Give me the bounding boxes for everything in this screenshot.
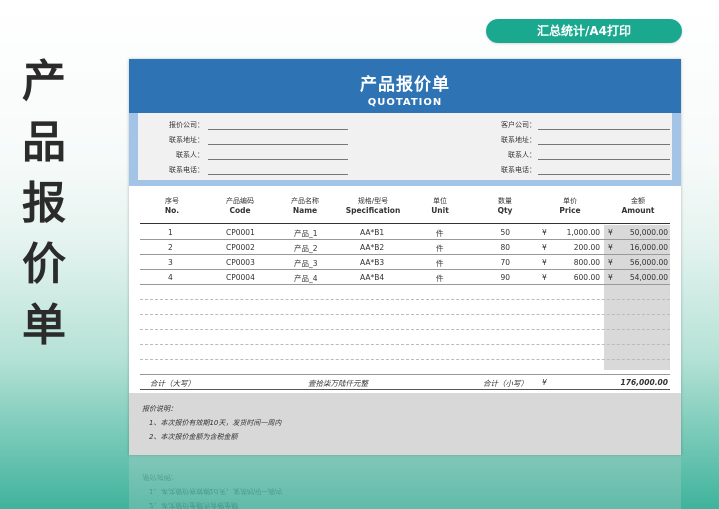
empty-row[interactable] [140, 360, 670, 375]
table-row[interactable]: 4 CP0004 产品_4 AA*B4 件 90 ¥ 600.00 ¥ 54,0… [140, 270, 670, 285]
empty-row[interactable] [140, 345, 670, 360]
side-title: 产 品 报 价 单 [14, 60, 74, 365]
info-block: 报价公司： 联系地址： 联系人： 联系电话： 客户公司： 联系地址： 联系人： … [129, 113, 681, 186]
col-header: 单位 Unit [431, 197, 449, 215]
table-row[interactable]: 1 CP0001 产品_1 AA*B1 件 50 ¥ 1,000.00 ¥ 50… [140, 225, 670, 240]
company-field[interactable] [208, 117, 348, 131]
empty-row[interactable] [140, 300, 670, 315]
info-label-left: 联系地址： [169, 136, 204, 144]
side-title-char: 价 [22, 239, 66, 290]
info-label-right: 联系人： [508, 151, 536, 159]
side-title-char: 品 [22, 117, 66, 168]
empty-row[interactable] [140, 285, 670, 300]
note-item: 2、本次报价金额为含税金额 [149, 433, 238, 441]
header-divider [140, 223, 670, 224]
sheet-header: 产品报价单 QUOTATION [129, 59, 681, 113]
sheet-reflection: 2、本次报价金额为含税金额 1、本次报价有效期10天，发货时间一周内 报价说明： [129, 455, 681, 509]
sheet-subtitle: QUOTATION [367, 97, 443, 108]
col-header: 序号 No. [164, 197, 180, 215]
notes-section: 报价说明： 1、本次报价有效期10天，发货时间一周内 2、本次报价金额为含税金额 [129, 393, 681, 455]
total-lower-label: 合计（小写） [483, 379, 528, 388]
address-field[interactable] [208, 132, 348, 146]
col-header: 产品名称 Name [291, 197, 319, 215]
quotation-sheet: 产品报价单 QUOTATION 报价公司： 联系地址： 联系人： 联系电话： 客… [129, 59, 681, 455]
reflected-note: 1、本次报价有效期10天，发货时间一周内 [149, 487, 282, 495]
sheet-title: 产品报价单 [360, 75, 450, 95]
total-upper-value: 壹拾柒万陆仟元整 [308, 379, 368, 388]
side-title-char: 单 [22, 300, 66, 351]
reflected-notes-title: 报价说明： [142, 473, 177, 481]
info-label-right: 联系电话： [501, 166, 536, 174]
total-upper-label: 合计（大写） [150, 379, 195, 388]
table-row[interactable]: 3 CP0003 产品_3 AA*B3 件 70 ¥ 800.00 ¥ 56,0… [140, 255, 670, 270]
note-item: 1、本次报价有效期10天，发货时间一周内 [149, 419, 282, 427]
customer-address-field[interactable] [538, 132, 670, 146]
info-label-right: 联系地址： [501, 136, 536, 144]
empty-row[interactable] [140, 315, 670, 330]
customer-company-field[interactable] [538, 117, 670, 131]
side-title-char: 产 [22, 56, 66, 107]
total-row: 合计（大写） 壹拾柒万陆仟元整 合计（小写） ¥ 176,000.00 [140, 375, 670, 390]
contact-field[interactable] [208, 147, 348, 161]
col-header: 金额 Amount [621, 197, 655, 215]
empty-row[interactable] [140, 330, 670, 345]
notes-title: 报价说明： [142, 405, 177, 413]
summary-print-button[interactable]: 汇总统计/A4打印 [486, 19, 682, 43]
col-header: 规格/型号 Specification [345, 197, 401, 215]
reflected-note: 2、本次报价金额为含税金额 [149, 501, 238, 509]
phone-field[interactable] [208, 162, 348, 176]
info-label-right: 客户公司： [501, 121, 536, 129]
side-title-char: 报 [22, 178, 66, 229]
info-label-left: 联系人： [176, 151, 204, 159]
info-label-left: 联系电话： [169, 166, 204, 174]
total-lower-value: 176,000.00 [620, 378, 668, 387]
info-label-left: 报价公司： [169, 121, 204, 129]
customer-phone-field[interactable] [538, 162, 670, 176]
table-row[interactable]: 2 CP0002 产品_2 AA*B2 件 80 ¥ 200.00 ¥ 16,0… [140, 240, 670, 255]
col-header: 单价 Price [559, 197, 581, 215]
col-header: 数量 Qty [497, 197, 513, 215]
col-header: 产品编码 Code [226, 197, 254, 215]
customer-contact-field[interactable] [538, 147, 670, 161]
